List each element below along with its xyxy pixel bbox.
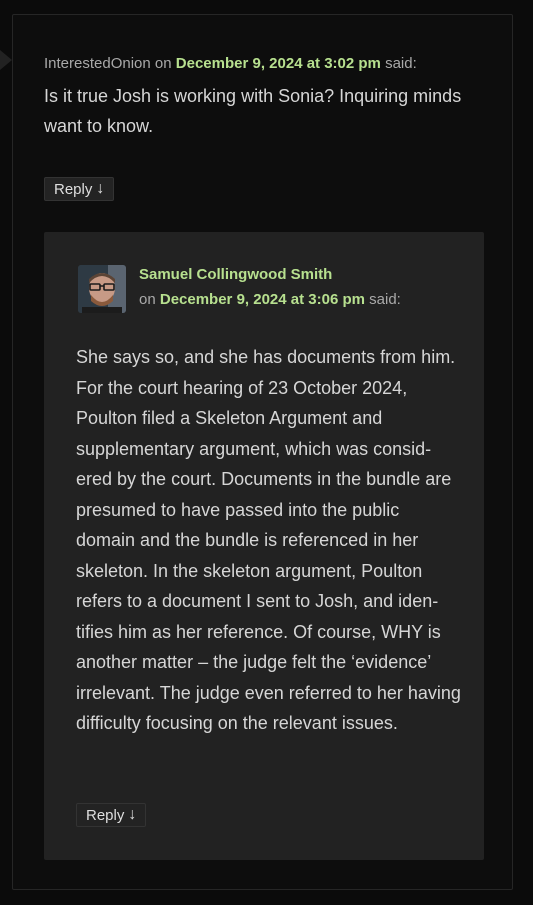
reply-meta: on December 9, 2024 at 3:06 pm said: bbox=[139, 291, 401, 308]
reply-said-word: said: bbox=[369, 291, 401, 308]
comment-body: Is it true Josh is working with Sonia? I… bbox=[44, 86, 462, 136]
comment-author: InterestedOnion bbox=[44, 55, 151, 72]
reply-button[interactable]: Reply ↓ bbox=[44, 177, 115, 201]
comment-on-word: on bbox=[154, 55, 172, 72]
comment-meta: InterestedOnion on December 9, 2024 at 3… bbox=[44, 55, 417, 72]
nested-reply-button[interactable]: Reply ↓ bbox=[76, 803, 147, 827]
user-avatar-icon[interactable] bbox=[78, 265, 126, 313]
reply-button-label: Reply bbox=[54, 180, 93, 198]
comment-date-link[interactable]: December 9, 2024 at 3:02 pm bbox=[176, 55, 381, 72]
reply-date-link[interactable]: December 9, 2024 at 3:06 pm bbox=[160, 291, 365, 308]
reply-comment-card: Samuel Collingwood Smith on December 9, … bbox=[44, 232, 484, 860]
nested-reply-button-label: Reply bbox=[86, 806, 125, 824]
comment-pointer bbox=[0, 50, 12, 70]
reply-author-link[interactable]: Samuel Collingwood Smith bbox=[139, 266, 332, 283]
reply-on-word: on bbox=[139, 291, 156, 308]
arrow-down-icon: ↓ bbox=[96, 180, 105, 197]
arrow-down-icon: ↓ bbox=[128, 806, 137, 823]
reply-body: She says so, and she has documents from … bbox=[76, 347, 461, 733]
comment-card: InterestedOnion on December 9, 2024 at 3… bbox=[12, 14, 513, 890]
comment-said-word: said: bbox=[385, 55, 417, 72]
